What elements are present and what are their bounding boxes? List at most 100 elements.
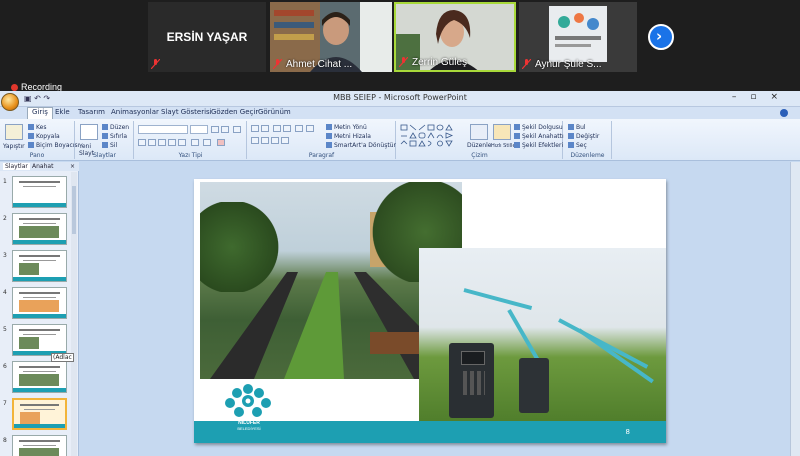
tab-review[interactable]: Gözden Geçir <box>211 108 258 116</box>
tab-animations[interactable]: Animasyonlar <box>111 108 159 116</box>
restore-icon[interactable]: ▫ <box>750 92 770 102</box>
close-pane-icon[interactable]: × <box>70 163 75 170</box>
shape-fill-button[interactable]: Şekil Dolgusu <box>514 124 563 131</box>
decrease-indent-icon[interactable] <box>273 125 281 132</box>
copy-button[interactable]: Kopyala <box>28 133 60 140</box>
slide-number: 8 <box>3 437 7 444</box>
bench-shape <box>370 332 420 354</box>
columns-icon[interactable] <box>306 125 314 132</box>
align-right-icon[interactable] <box>271 137 279 144</box>
shapes-gallery[interactable] <box>400 124 462 152</box>
justify-icon[interactable] <box>281 137 289 144</box>
participant-tile-3-speaking[interactable]: Zerrin Güleş <box>394 2 516 72</box>
slide-thumbnail[interactable] <box>12 250 67 282</box>
font-size-combo[interactable] <box>190 125 208 134</box>
strikethrough-icon[interactable] <box>168 139 176 146</box>
text-direction-button[interactable]: Metin Yönü <box>326 124 367 131</box>
close-icon[interactable]: × <box>770 92 792 102</box>
tab-insert[interactable]: Ekle <box>55 108 70 116</box>
align-left-icon[interactable] <box>251 137 259 144</box>
nilufer-logo <box>225 384 271 417</box>
mic-off-icon <box>273 59 282 69</box>
reset-icon <box>102 133 108 139</box>
scroll-thumb[interactable] <box>72 186 76 234</box>
shrink-font-icon[interactable] <box>221 126 229 133</box>
slides-pane-scrollbar[interactable] <box>71 172 77 456</box>
slide-thumbnail[interactable] <box>12 287 67 319</box>
convert-smartart-button[interactable]: SmartArt'a Dönüştür <box>326 142 396 149</box>
participant-tile-1[interactable]: ERSİN YAŞAR <box>148 2 266 72</box>
slide-number: 3 <box>3 252 7 259</box>
underline-icon[interactable] <box>158 139 166 146</box>
tab-slides[interactable]: Slaytlar <box>3 163 30 170</box>
text-direction-icon <box>326 124 332 130</box>
reset-button[interactable]: Sıfırla <box>102 133 127 140</box>
slide-thumbnail[interactable] <box>12 435 67 456</box>
numbering-icon[interactable] <box>261 125 269 132</box>
replace-button[interactable]: Değiştir <box>568 133 599 140</box>
align-text-button[interactable]: Metni Hizala <box>326 133 371 140</box>
group-clipboard: Yapıştır Kes Kopyala Biçim Boyacısı Pano <box>0 121 79 159</box>
tab-home[interactable]: Giriş <box>27 107 53 119</box>
group-label: Slaytlar <box>93 152 116 159</box>
slide-thumbnail[interactable] <box>12 361 67 393</box>
layout-button[interactable]: Düzen <box>102 124 129 131</box>
slides-pane-tabs: Slaytlar Anahat × <box>0 162 79 171</box>
font-color-icon[interactable] <box>217 139 225 146</box>
new-slide-icon[interactable] <box>80 124 98 140</box>
bike-frame-shape <box>463 288 533 311</box>
italic-icon[interactable] <box>148 139 156 146</box>
shape-outline-button[interactable]: Şekil Anahattı <box>514 133 564 140</box>
arrange-icon[interactable] <box>470 124 488 140</box>
group-label: Yazı Tipi <box>178 152 203 159</box>
line-spacing-icon[interactable] <box>295 125 303 132</box>
align-center-icon[interactable] <box>261 137 269 144</box>
format-painter-button[interactable]: Biçim Boyacısı <box>28 142 79 149</box>
help-icon[interactable] <box>780 109 788 117</box>
slide-scrollbar[interactable] <box>790 162 800 456</box>
font-name-combo[interactable] <box>138 125 188 134</box>
tab-view[interactable]: Görünüm <box>258 108 291 116</box>
quick-styles-icon[interactable] <box>493 124 511 140</box>
increase-indent-icon[interactable] <box>283 125 291 132</box>
participant-tile-4[interactable]: Aynur Şule S... <box>519 2 637 72</box>
slide-thumbnail[interactable] <box>12 176 67 208</box>
participant-name: Aynur Şule S... <box>535 59 602 70</box>
group-editing: Bul Değiştir Seç Düzenleme <box>564 121 612 159</box>
paste-icon[interactable] <box>5 124 23 140</box>
minimize-icon[interactable]: – <box>732 92 751 102</box>
group-font: Yazı Tipi <box>135 121 247 159</box>
shape-effects-button[interactable]: Şekil Efektleri <box>514 142 563 149</box>
paste-button[interactable]: Yapıştır <box>3 143 25 150</box>
find-button[interactable]: Bul <box>568 124 586 131</box>
tab-slideshow[interactable]: Slayt Gösterisi <box>161 108 212 116</box>
slide-thumbnail[interactable] <box>12 398 67 430</box>
mic-off-icon <box>399 57 408 67</box>
slide-thumbnail[interactable] <box>12 213 67 245</box>
grow-font-icon[interactable] <box>211 126 219 133</box>
window-controls[interactable]: –▫× <box>732 92 792 102</box>
next-participants-button[interactable]: › <box>648 24 674 50</box>
char-spacing-icon[interactable] <box>191 139 199 146</box>
arrange-button[interactable]: Düzenle <box>467 142 491 149</box>
tooltip: (Adlac <box>51 353 74 362</box>
bold-icon[interactable] <box>138 139 146 146</box>
office-button[interactable] <box>1 93 19 111</box>
brush-icon <box>28 142 34 148</box>
tab-outline[interactable]: Anahat <box>32 163 53 170</box>
bullets-icon[interactable] <box>251 125 259 132</box>
chevron-right-icon: › <box>656 27 663 45</box>
cut-button[interactable]: Kes <box>28 124 46 131</box>
slide-number: 1 <box>3 178 7 185</box>
group-label: Paragraf <box>308 152 335 159</box>
shadow-icon[interactable] <box>178 139 186 146</box>
slide-thumbnail[interactable] <box>12 324 67 356</box>
change-case-icon[interactable] <box>203 139 211 146</box>
clear-format-icon[interactable] <box>233 126 241 133</box>
participant-tile-2[interactable]: Ahmet Cihat ... <box>270 2 392 72</box>
slides-pane: Slaytlar Anahat × 1 2 3 4 5 6 7 8 <box>0 162 79 456</box>
delete-button[interactable]: Sil <box>102 142 117 149</box>
current-slide[interactable]: NİLÜFER BELEDİYESİ 8 <box>194 179 666 443</box>
select-button[interactable]: Seç <box>568 142 587 149</box>
tab-design[interactable]: Tasarım <box>78 108 105 116</box>
